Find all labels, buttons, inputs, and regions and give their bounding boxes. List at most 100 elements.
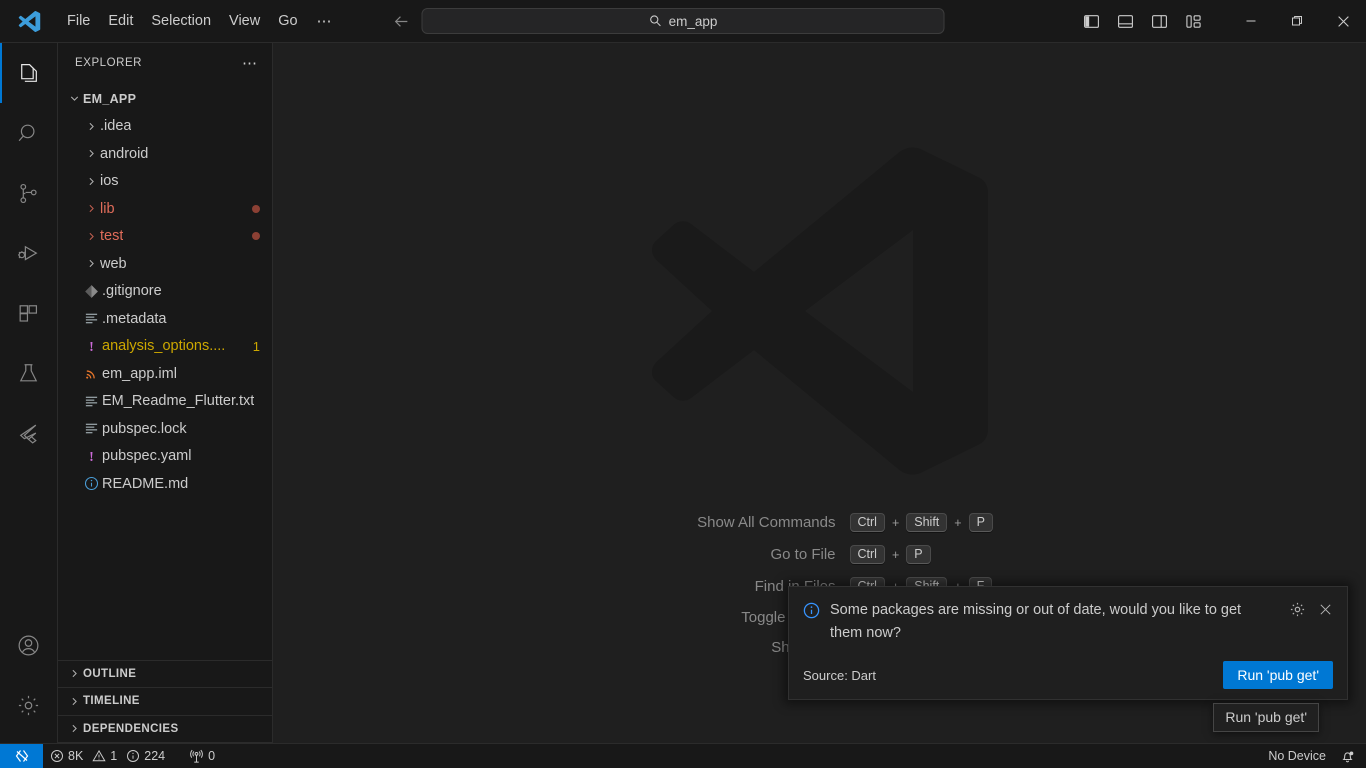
chevron-right-icon <box>83 147 100 160</box>
status-device[interactable]: No Device <box>1261 744 1333 768</box>
svg-text:!: ! <box>89 449 94 464</box>
chevron-right-icon <box>83 120 100 133</box>
status-errors-value: 8K <box>68 749 84 763</box>
svg-text:!: ! <box>89 339 94 354</box>
run-pub-get-button[interactable]: Run 'pub get' <box>1223 661 1333 689</box>
git-file-icon <box>80 284 102 299</box>
ellipsis-icon[interactable]: ⋯ <box>307 10 343 32</box>
status-infos[interactable]: 224 <box>124 744 172 768</box>
vscode-logo-icon <box>0 0 58 43</box>
tree-item-android[interactable]: android <box>58 140 272 168</box>
activity-item-explorer[interactable] <box>0 43 58 103</box>
menu-view[interactable]: View <box>220 8 269 34</box>
tree-item-label: analysis_options.... <box>102 338 226 355</box>
warning-badge: 1 <box>252 338 260 354</box>
menu-go[interactable]: Go <box>269 8 306 34</box>
tree-item-test[interactable]: test <box>58 223 272 251</box>
layout-panel-icon[interactable] <box>1108 6 1142 36</box>
activity-item-settings[interactable] <box>0 675 58 735</box>
activity-bar <box>0 43 58 743</box>
shortcut-keys: Ctrl + Shift + P <box>849 513 993 532</box>
chevron-right-icon <box>66 667 83 680</box>
notifications-bell[interactable] <box>1333 744 1362 768</box>
warning-icon <box>92 749 106 763</box>
tree-root-label: EM_APP <box>83 91 137 106</box>
window-controls <box>1228 0 1366 43</box>
tree-item-em-readme-flutter[interactable]: EM_Readme_Flutter.txt <box>58 388 272 416</box>
status-warnings-value: 1 <box>110 749 118 763</box>
tree-item-lib[interactable]: lib <box>58 195 272 223</box>
workbench-body: EXPLORER ⋯ EM_APP .idea android ios lib … <box>0 43 1366 743</box>
iml-file-icon <box>80 366 102 381</box>
activity-item-testing[interactable] <box>0 343 58 403</box>
tree-item-readme-md[interactable]: README.md <box>58 470 272 498</box>
notification-actions <box>1289 599 1333 618</box>
section-dependencies[interactable]: DEPENDENCIES <box>58 716 272 743</box>
menu-edit[interactable]: Edit <box>99 8 142 34</box>
minimize-button[interactable] <box>1228 0 1274 43</box>
shortcut-label[interactable]: Show All Commands <box>520 514 850 531</box>
close-icon[interactable] <box>1318 602 1333 617</box>
run-pub-get-tooltip: Run 'pub get' <box>1213 703 1319 732</box>
status-errors[interactable]: 8K <box>43 744 90 768</box>
section-timeline[interactable]: TIMELINE <box>58 688 272 716</box>
activity-item-search[interactable] <box>0 103 58 163</box>
status-bar-right: No Device <box>1261 744 1366 768</box>
keycap: P <box>906 545 931 564</box>
activity-item-source-control[interactable] <box>0 163 58 223</box>
section-label: OUTLINE <box>83 667 137 680</box>
status-ports[interactable]: 0 <box>182 744 222 768</box>
tree-item-analysis-options[interactable]: ! analysis_options.... 1 <box>58 333 272 361</box>
chevron-right-icon <box>83 175 100 188</box>
activity-item-run-and-debug[interactable] <box>0 223 58 283</box>
tree-item-gitignore[interactable]: .gitignore <box>58 278 272 306</box>
layout-sidebar-right-icon[interactable] <box>1142 6 1176 36</box>
status-warnings[interactable]: 1 <box>90 744 124 768</box>
tree-item-em-app-iml[interactable]: em_app.iml <box>58 360 272 388</box>
key-separator: + <box>954 515 962 530</box>
arrow-left-icon[interactable] <box>391 10 413 32</box>
status-infos-value: 224 <box>144 749 166 763</box>
layout-customize-icon[interactable] <box>1176 6 1210 36</box>
command-center[interactable]: em_app <box>421 8 945 34</box>
sidebar-header: EXPLORER ⋯ <box>58 43 272 83</box>
tree-item-web[interactable]: web <box>58 250 272 278</box>
tree-item-label: README.md <box>102 475 189 492</box>
activity-item-accounts[interactable] <box>0 615 58 675</box>
tree-item-metadata[interactable]: .metadata <box>58 305 272 333</box>
info-icon <box>803 599 820 619</box>
menu-selection[interactable]: Selection <box>142 8 220 34</box>
close-button[interactable] <box>1320 0 1366 43</box>
status-device-label: No Device <box>1268 749 1326 763</box>
tree-item-idea[interactable]: .idea <box>58 113 272 141</box>
sidebar-title: EXPLORER <box>75 57 143 69</box>
tree-item-label: android <box>100 145 149 162</box>
tree-item-label: EM_Readme_Flutter.txt <box>102 393 255 410</box>
layout-controls <box>1074 6 1210 36</box>
tree-item-ios[interactable]: ios <box>58 168 272 196</box>
sidebar-sections: OUTLINE TIMELINE DEPENDENCIES <box>58 659 272 743</box>
flutter-icon <box>16 421 41 446</box>
tree-item-label: pubspec.lock <box>102 420 187 437</box>
remote-host-indicator[interactable] <box>0 743 43 768</box>
ellipsis-icon[interactable]: ⋯ <box>238 54 262 72</box>
tree-root-em-app[interactable]: EM_APP <box>58 85 272 113</box>
tree-item-pubspec-lock[interactable]: pubspec.lock <box>58 415 272 443</box>
tree-item-label: lib <box>100 200 115 217</box>
shortcut-label[interactable]: Go to File <box>520 546 850 563</box>
problems-group[interactable]: 8K 1 224 <box>43 744 172 768</box>
notification-source: Source: Dart <box>803 667 876 683</box>
maximize-button[interactable] <box>1274 0 1320 43</box>
activity-item-extensions[interactable] <box>0 283 58 343</box>
gear-icon[interactable] <box>1289 601 1306 618</box>
tree-item-pubspec-yaml[interactable]: ! pubspec.yaml <box>58 443 272 471</box>
shortcut-row: Show All Commands Ctrl + Shift + P <box>520 513 1120 532</box>
editor-area: Show All Commands Ctrl + Shift + P Go to… <box>273 43 1366 743</box>
tree-item-label: em_app.iml <box>102 365 177 382</box>
command-center-text: em_app <box>668 13 718 29</box>
layout-sidebar-left-icon[interactable] <box>1074 6 1108 36</box>
keycap: P <box>968 513 993 532</box>
activity-item-flutter[interactable] <box>0 403 58 463</box>
section-outline[interactable]: OUTLINE <box>58 661 272 688</box>
menu-file[interactable]: File <box>58 8 99 34</box>
